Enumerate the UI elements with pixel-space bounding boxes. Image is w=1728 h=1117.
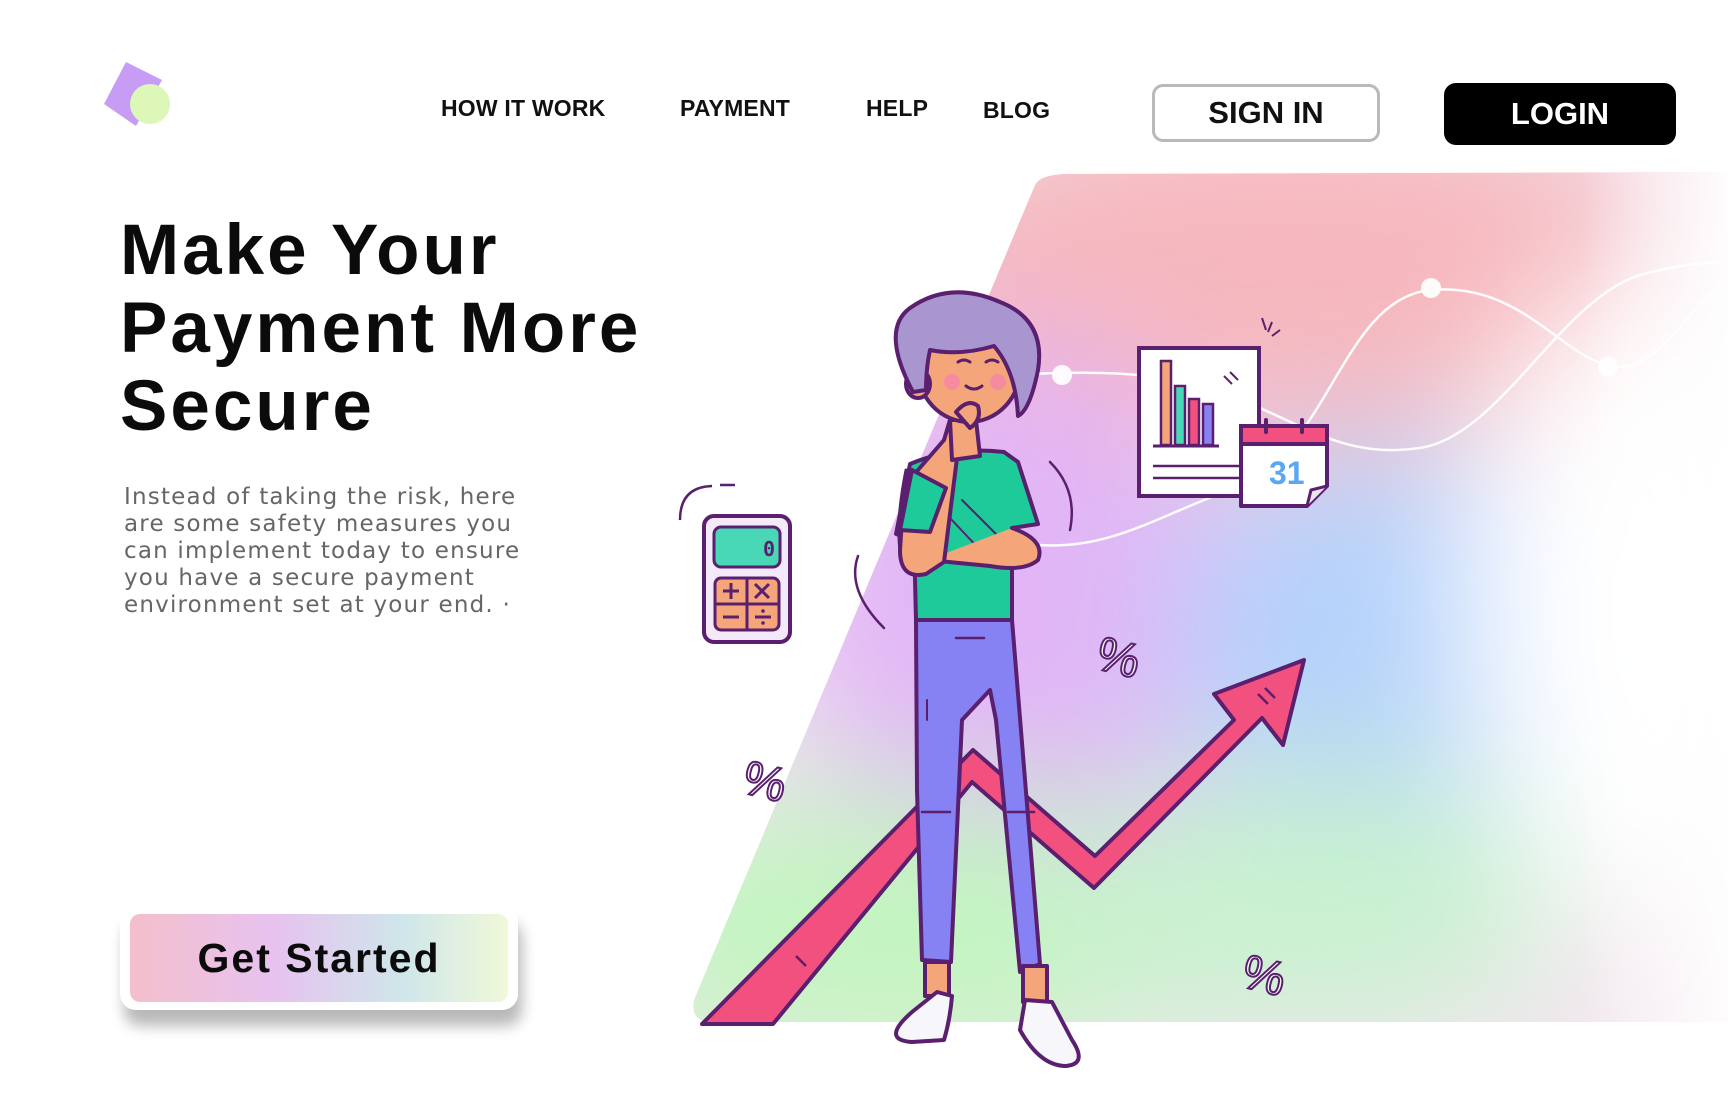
login-button[interactable]: LOGIN bbox=[1444, 83, 1676, 145]
calculator-icon: 0 bbox=[678, 483, 792, 644]
nav-blog[interactable]: BLOG bbox=[983, 97, 1050, 124]
bar-chart-document-icon bbox=[1137, 317, 1281, 498]
nav-how-it-work[interactable]: HOW IT WORK bbox=[441, 95, 605, 122]
logo-circle-shape bbox=[130, 84, 170, 124]
hero-description: Instead of taking the risk, here are som… bbox=[124, 484, 521, 618]
percent-icon-2: % bbox=[738, 751, 792, 813]
wave-lines bbox=[999, 260, 1728, 547]
thinking-person-illustration bbox=[853, 290, 1081, 1068]
nav-help[interactable]: HELP bbox=[866, 95, 928, 122]
landing-page: HOW IT WORK PAYMENT HELP BLOG SIGN IN LO… bbox=[0, 0, 1728, 1117]
trend-arrow-icon bbox=[700, 658, 1306, 1026]
calculator-display: 0 bbox=[763, 537, 775, 561]
nav-payment[interactable]: PAYMENT bbox=[680, 95, 790, 122]
calendar-icon: 31 bbox=[1239, 418, 1329, 508]
calendar-day-number: 31 bbox=[1269, 455, 1305, 491]
sign-in-button[interactable]: SIGN IN bbox=[1152, 84, 1380, 142]
hero-title: Make Your Payment More Secure bbox=[120, 211, 642, 446]
percent-icon-3: % bbox=[1237, 945, 1291, 1007]
brand-logo[interactable] bbox=[100, 58, 178, 130]
get-started-button[interactable]: Get Started bbox=[130, 914, 508, 1002]
percent-icon-1: % bbox=[1091, 627, 1145, 689]
get-started-card: Get Started bbox=[120, 906, 518, 1010]
